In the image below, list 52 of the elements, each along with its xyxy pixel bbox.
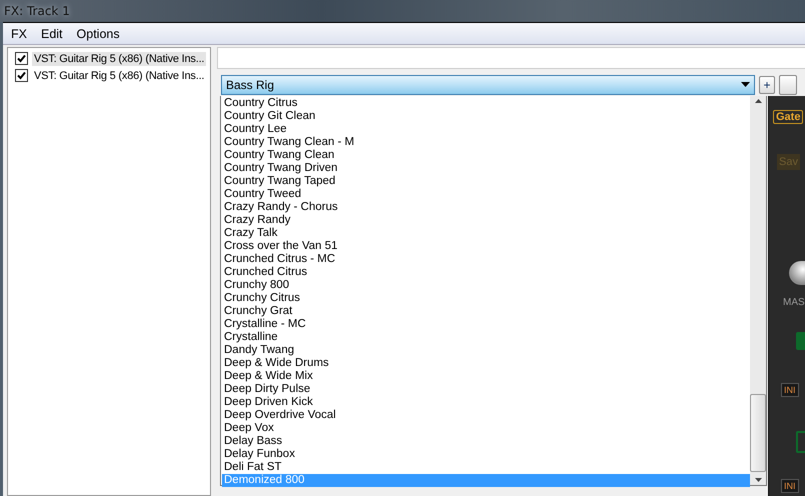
checkbox[interactable]: [15, 69, 28, 82]
preset-item[interactable]: Country Twang Taped: [222, 175, 750, 188]
preset-item[interactable]: Crunchy Grat: [222, 305, 750, 318]
checkbox[interactable]: [15, 52, 28, 65]
knob-label: MAS: [783, 297, 805, 308]
toolbar-button[interactable]: [779, 75, 797, 95]
scrollbar[interactable]: [750, 96, 766, 485]
preset-item[interactable]: Country Lee: [222, 123, 750, 136]
init-tag[interactable]: INI: [781, 479, 799, 493]
preset-item[interactable]: Deep & Wide Mix: [222, 370, 750, 383]
preset-item[interactable]: Country Citrus: [222, 97, 750, 110]
preset-item[interactable]: Crazy Talk: [222, 227, 750, 240]
window-title: FX: Track 1: [4, 4, 70, 18]
preset-item[interactable]: Deep & Wide Drums: [222, 357, 750, 370]
preset-item[interactable]: Delay Funbox: [222, 448, 750, 461]
scroll-thumb[interactable]: [750, 394, 766, 472]
preset-item[interactable]: Crystalline: [222, 331, 750, 344]
preset-item[interactable]: Dandy Twang: [222, 344, 750, 357]
preset-item[interactable]: Crunchy Citrus: [222, 292, 750, 305]
preset-item[interactable]: Country Git Clean: [222, 110, 750, 123]
power-button[interactable]: [796, 431, 805, 453]
dropdown-arrow-icon: [741, 82, 750, 88]
preset-item[interactable]: Deep Dirty Pulse: [222, 383, 750, 396]
preset-dropdown[interactable]: Bass Rig: [221, 75, 755, 95]
preset-item[interactable]: Crazy Randy: [222, 214, 750, 227]
menu-item[interactable]: FX: [11, 26, 27, 40]
knob-icon[interactable]: [789, 261, 805, 285]
preset-item[interactable]: Country Twang Driven: [222, 162, 750, 175]
preset-item[interactable]: Country Twang Clean: [222, 149, 750, 162]
preset-item[interactable]: Crunchy 800: [222, 279, 750, 292]
preset-item[interactable]: Crunched Citrus - MC: [222, 253, 750, 266]
preset-item[interactable]: Delay Bass: [222, 435, 750, 448]
gate-label[interactable]: Gate: [773, 110, 804, 124]
preset-item[interactable]: Crystalline - MC: [222, 318, 750, 331]
preset-item[interactable]: Country Twang Clean - M: [222, 136, 750, 149]
fx-item[interactable]: VST: Guitar Rig 5 (x86) (Native Ins...: [32, 68, 206, 82]
preset-item[interactable]: Deep Overdrive Vocal: [222, 409, 750, 422]
fx-item[interactable]: VST: Guitar Rig 5 (x86) (Native Ins...: [32, 52, 206, 66]
preset-item[interactable]: Country Tweed: [222, 188, 750, 201]
preset-item[interactable]: Cross over the Van 51: [222, 240, 750, 253]
menu-item[interactable]: Edit: [40, 26, 63, 40]
preset-item[interactable]: Crunched Citrus: [222, 266, 750, 279]
input-field[interactable]: [217, 47, 805, 69]
scroll-up-icon[interactable]: [754, 99, 762, 103]
preset-item[interactable]: Deli Fat ST: [222, 461, 750, 474]
preset-item[interactable]: Deep Driven Kick: [222, 396, 750, 409]
preset-item[interactable]: Deep Vox: [222, 422, 750, 435]
init-tag[interactable]: INI: [781, 383, 799, 397]
scroll-down-icon[interactable]: [754, 478, 762, 482]
preset-item[interactable]: Crazy Randy - Chorus: [222, 201, 750, 214]
menu-item[interactable]: Options: [76, 26, 120, 40]
add-button[interactable]: +: [759, 76, 775, 94]
